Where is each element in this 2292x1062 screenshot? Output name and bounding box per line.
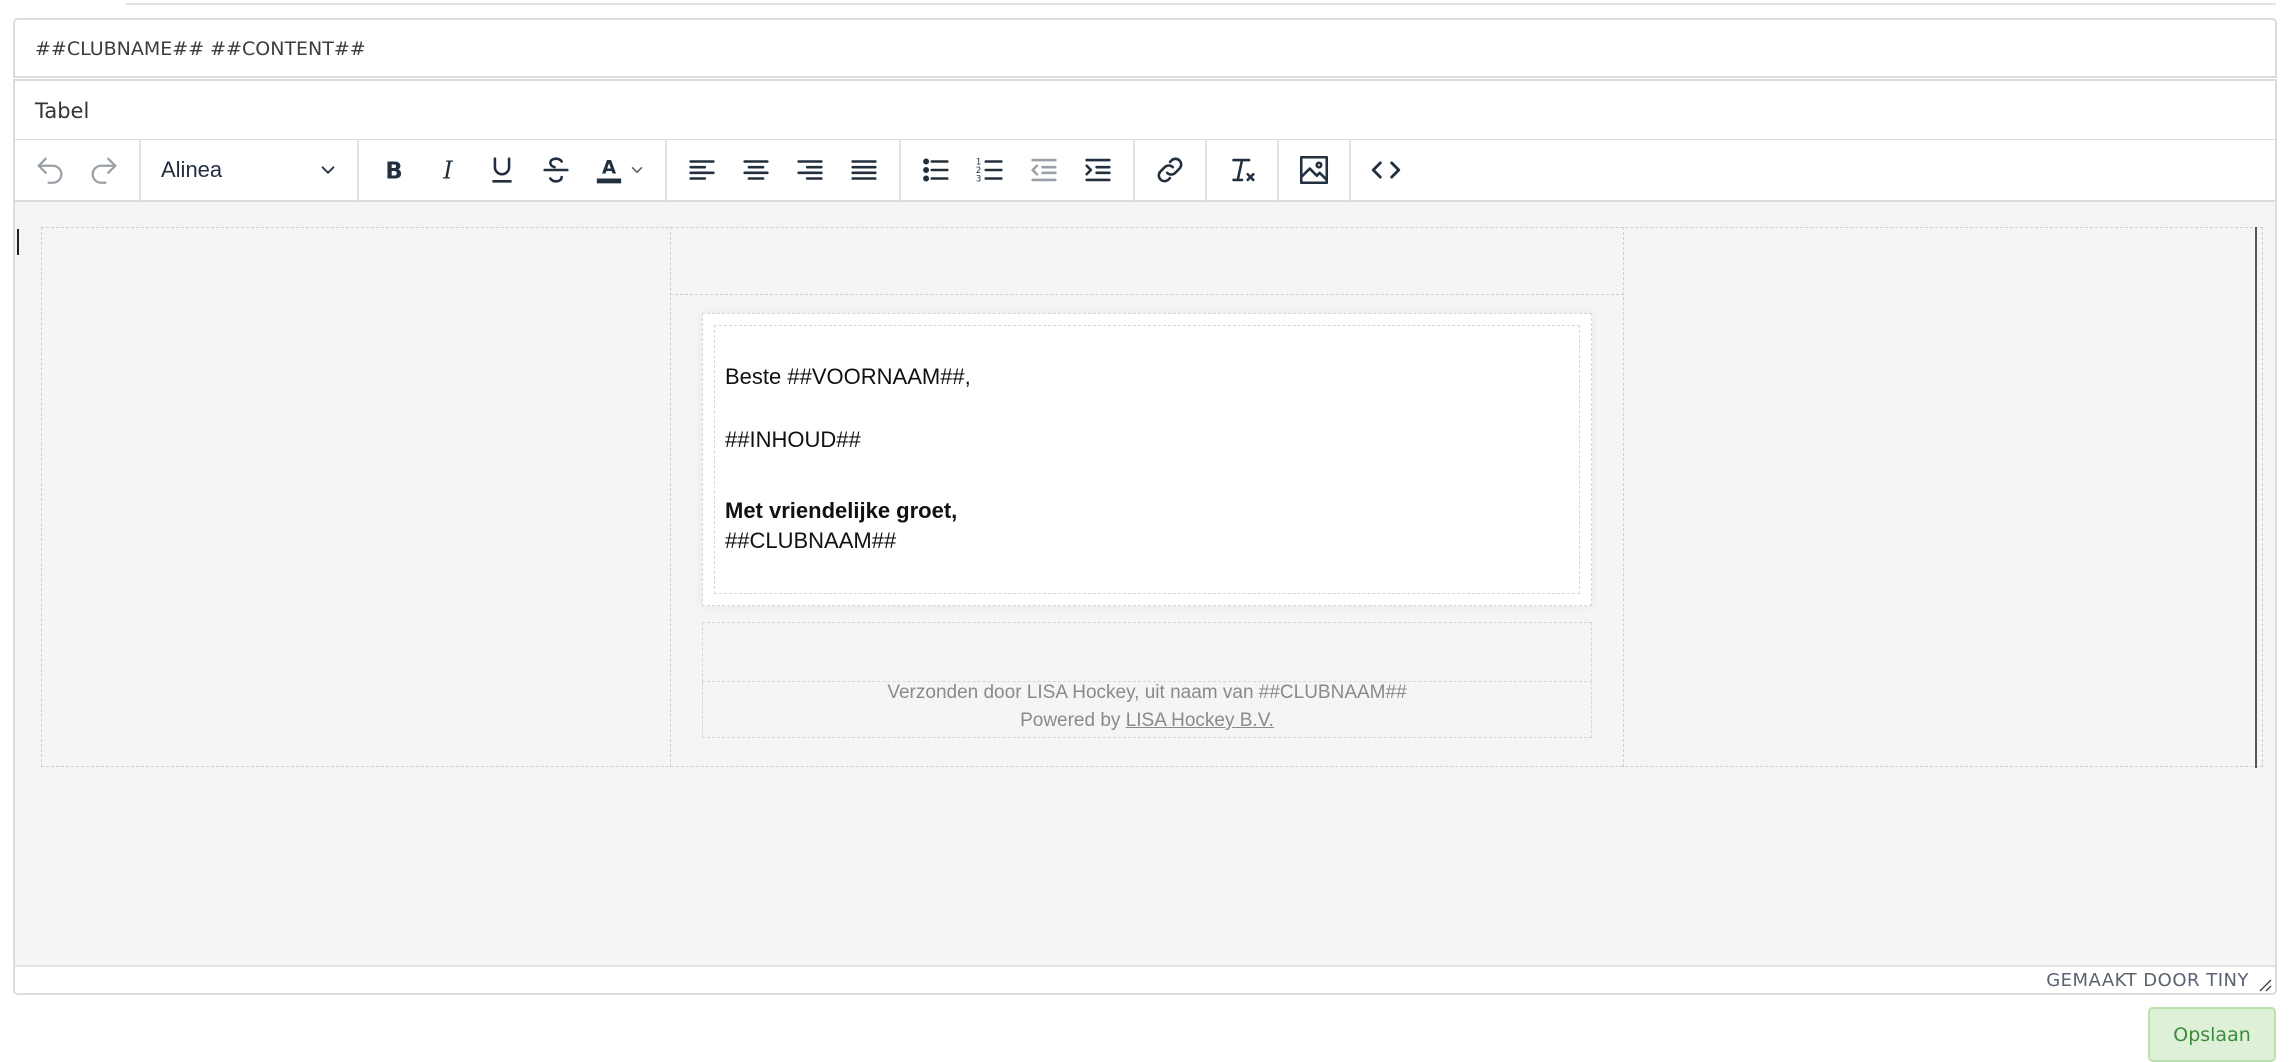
footer-spacer-cell: [702, 622, 1592, 682]
align-justify-icon[interactable]: [837, 143, 891, 197]
image-icon[interactable]: [1287, 143, 1341, 197]
history-group: [15, 139, 141, 201]
indent-icon[interactable]: [1071, 143, 1125, 197]
title-field-value: Tabel: [35, 99, 90, 123]
align-right-icon[interactable]: [783, 143, 837, 197]
title-field[interactable]: Tabel: [13, 79, 2277, 141]
link-group: [1135, 139, 1207, 201]
editor-content-area[interactable]: Beste ##VOORNAAM##, ##INHOUD## Met vrien…: [13, 202, 2277, 965]
editor-statusbar: GEMAAKT DOOR TINY: [13, 965, 2277, 995]
email-header-cell: [670, 227, 1624, 295]
content-placeholder: ##INHOUD##: [725, 427, 861, 452]
alignment-group: [667, 139, 901, 201]
text-caret: [17, 229, 19, 255]
save-button[interactable]: Opslaan: [2148, 1007, 2276, 1062]
svg-text:A: A: [602, 158, 616, 179]
greeting-text: Beste ##VOORNAAM##,: [725, 364, 971, 389]
tab-underline: [126, 0, 2276, 5]
editor-toolbar: Alinea B I A 1 2 3: [13, 139, 2277, 202]
footer-powered-link[interactable]: LISA Hockey B.V.: [1126, 710, 1274, 731]
text-color-icon: A: [596, 158, 622, 184]
signature-text: ##CLUBNAAM##: [725, 528, 897, 553]
numbered-list-icon[interactable]: 123: [963, 143, 1017, 197]
block-format-select[interactable]: Alinea: [149, 143, 349, 197]
content-field[interactable]: ##CLUBNAME## ##CONTENT##: [13, 18, 2277, 78]
save-button-label: Opslaan: [2173, 1023, 2251, 1046]
link-icon[interactable]: [1143, 143, 1197, 197]
block-format-group: Alinea: [141, 139, 359, 201]
svg-text:I: I: [442, 157, 453, 185]
block-format-label: Alinea: [161, 157, 223, 182]
footer-sent-text: Verzonden door LISA Hockey, uit naam van…: [887, 682, 1407, 703]
footer-powered-line: Powered by LISA Hockey B.V.: [703, 710, 1591, 732]
tiny-branding-link[interactable]: GEMAAKT DOOR TINY: [2046, 970, 2249, 991]
undo-icon[interactable]: [23, 143, 77, 197]
text-style-group: B I A: [359, 139, 667, 201]
email-footer: Verzonden door LISA Hockey, uit naam van…: [702, 682, 1592, 738]
chevron-down-icon: [631, 167, 643, 174]
svg-text:3: 3: [976, 174, 981, 184]
strikethrough-icon[interactable]: [529, 143, 583, 197]
closing-text: Met vriendelijke groet,: [725, 498, 958, 523]
svg-text:B: B: [385, 159, 402, 185]
align-center-icon[interactable]: [729, 143, 783, 197]
footer-powered-prefix: Powered by: [1020, 710, 1126, 731]
bullet-list-icon[interactable]: [909, 143, 963, 197]
resize-handle-icon[interactable]: [2257, 977, 2273, 993]
align-left-icon[interactable]: [675, 143, 729, 197]
outdent-icon[interactable]: [1017, 143, 1071, 197]
image-group: [1279, 139, 1351, 201]
source-code-icon[interactable]: [1359, 143, 1413, 197]
content-field-value: ##CLUBNAME## ##CONTENT##: [35, 38, 366, 60]
redo-icon[interactable]: [77, 143, 131, 197]
clear-formatting-icon[interactable]: [1215, 143, 1269, 197]
text-color-button[interactable]: A: [583, 143, 657, 197]
email-body-card: Beste ##VOORNAAM##, ##INHOUD## Met vrien…: [702, 313, 1592, 606]
clear-format-group: [1207, 139, 1279, 201]
source-group: [1351, 139, 1421, 201]
list-group: 123: [901, 139, 1135, 201]
underline-icon[interactable]: [475, 143, 529, 197]
chevron-down-icon: [321, 166, 335, 175]
table-right-border: [2255, 227, 2257, 768]
bold-icon[interactable]: B: [367, 143, 421, 197]
italic-icon[interactable]: I: [421, 143, 475, 197]
